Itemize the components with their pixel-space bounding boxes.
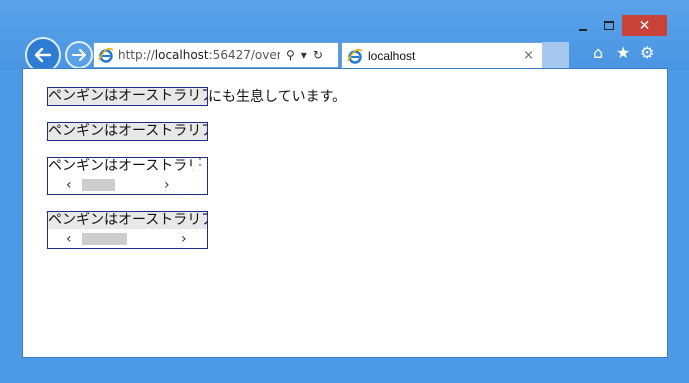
search-icon[interactable]: ⚲: [286, 48, 295, 62]
scroll-thumb[interactable]: [82, 233, 127, 245]
minimize-button[interactable]: [570, 15, 596, 36]
tab-title: localhost: [368, 49, 416, 63]
textarea-1-text: ペンギンはオーストラリア: [48, 158, 193, 174]
text-input-field[interactable]: ペンギンはオーストラリア: [47, 122, 208, 141]
inline-input-field[interactable]: ペンギンはオーストラリア: [47, 86, 208, 106]
forward-button[interactable]: [65, 41, 93, 69]
favorites-icon[interactable]: ★: [616, 42, 630, 62]
vertical-spin-icon[interactable]: ˄ ˅: [196, 159, 204, 174]
url-path: :56427/over: [208, 48, 280, 62]
horizontal-scrollbar[interactable]: ‹ ›: [48, 177, 207, 194]
inline-trailing-text: にも生息しています。: [208, 89, 347, 105]
forward-arrow-icon: [72, 49, 86, 61]
scroll-right-icon[interactable]: ›: [164, 177, 170, 194]
home-icon[interactable]: ⌂: [593, 42, 603, 62]
tab-localhost[interactable]: localhost ×: [341, 42, 543, 69]
minimize-icon: [579, 28, 587, 31]
tab-close-icon[interactable]: ×: [523, 48, 534, 63]
scroll-right-icon[interactable]: ›: [181, 231, 187, 248]
scroll-thumb[interactable]: [82, 179, 115, 191]
close-button[interactable]: ✕: [622, 15, 667, 36]
close-icon: ✕: [638, 17, 651, 34]
dropdown-icon[interactable]: ▾: [301, 48, 307, 62]
address-bar[interactable]: http://localhost:56427/over ⚲ ▾ ↻: [93, 42, 339, 68]
textarea-2-text: ペンギンはオーストラリア: [48, 212, 207, 229]
horizontal-scrollbar[interactable]: ‹ ›: [48, 231, 207, 248]
url-host: localhost: [154, 48, 209, 62]
textarea-1[interactable]: ペンギンはオーストラリア ˄˅ ‹ ›: [47, 157, 208, 195]
refresh-icon[interactable]: ↻: [313, 48, 323, 62]
settings-gear-icon[interactable]: ⚙: [640, 42, 654, 62]
scroll-left-icon[interactable]: ‹: [66, 231, 72, 248]
new-tab-button[interactable]: [542, 42, 569, 68]
maximize-button[interactable]: [596, 15, 622, 36]
ie-tab-icon: [347, 48, 363, 64]
scroll-left-icon[interactable]: ‹: [66, 177, 72, 194]
maximize-icon: [604, 21, 614, 30]
textarea-2[interactable]: ペンギンはオーストラリア ‹ ›: [47, 211, 208, 249]
back-arrow-icon: [34, 47, 52, 63]
ie-page-icon: [98, 47, 114, 63]
url-text[interactable]: http://localhost:56427/over: [118, 48, 280, 62]
inline-text-row: ペンギンはオーストラリア にも生息しています。: [47, 86, 346, 106]
url-scheme: http://: [118, 48, 155, 62]
